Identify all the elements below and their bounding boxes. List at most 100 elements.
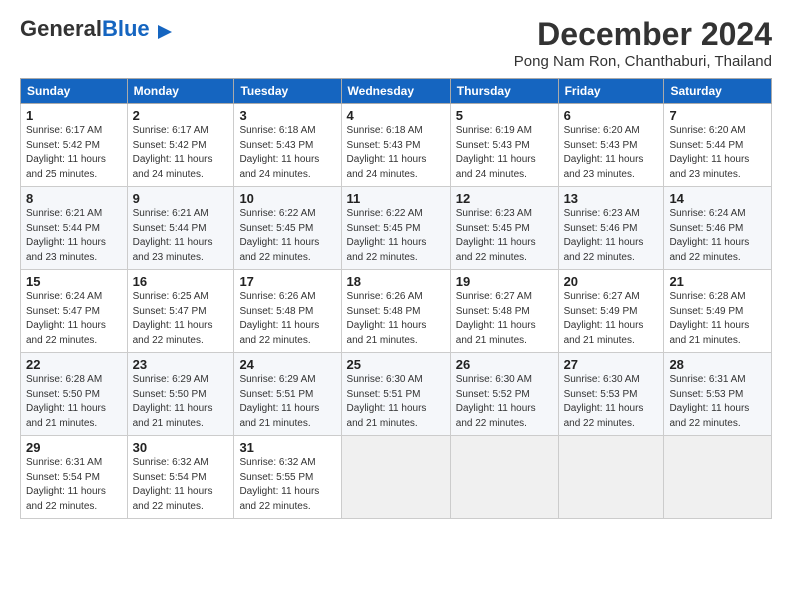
day-info: Sunrise: 6:28 AMSunset: 5:50 PMDaylight:… — [26, 374, 106, 429]
day-number: 26 — [456, 357, 553, 372]
table-cell: 1 Sunrise: 6:17 AMSunset: 5:42 PMDayligh… — [21, 104, 128, 187]
logo-blue: Blue — [102, 16, 150, 41]
day-info: Sunrise: 6:28 AMSunset: 5:49 PMDaylight:… — [669, 291, 749, 346]
calendar-title: December 2024 — [514, 16, 772, 53]
table-row: 15 Sunrise: 6:24 AMSunset: 5:47 PMDaylig… — [21, 270, 772, 353]
calendar-table: Sunday Monday Tuesday Wednesday Thursday… — [20, 78, 772, 519]
table-cell: 18 Sunrise: 6:26 AMSunset: 5:48 PMDaylig… — [341, 270, 450, 353]
day-info: Sunrise: 6:29 AMSunset: 5:50 PMDaylight:… — [133, 374, 213, 429]
day-info: Sunrise: 6:17 AMSunset: 5:42 PMDaylight:… — [133, 125, 213, 180]
table-cell: 10 Sunrise: 6:22 AMSunset: 5:45 PMDaylig… — [234, 187, 341, 270]
day-number: 19 — [456, 274, 553, 289]
day-info: Sunrise: 6:22 AMSunset: 5:45 PMDaylight:… — [239, 208, 319, 263]
table-cell: 21 Sunrise: 6:28 AMSunset: 5:49 PMDaylig… — [664, 270, 772, 353]
table-cell: 13 Sunrise: 6:23 AMSunset: 5:46 PMDaylig… — [558, 187, 664, 270]
logo: GeneralBlue — [20, 16, 174, 42]
day-number: 11 — [347, 191, 445, 206]
table-cell: 15 Sunrise: 6:24 AMSunset: 5:47 PMDaylig… — [21, 270, 128, 353]
day-info: Sunrise: 6:22 AMSunset: 5:45 PMDaylight:… — [347, 208, 427, 263]
col-friday: Friday — [558, 79, 664, 104]
day-info: Sunrise: 6:24 AMSunset: 5:46 PMDaylight:… — [669, 208, 749, 263]
table-cell: 8 Sunrise: 6:21 AMSunset: 5:44 PMDayligh… — [21, 187, 128, 270]
calendar-subtitle: Pong Nam Ron, Chanthaburi, Thailand — [514, 53, 772, 70]
day-info: Sunrise: 6:31 AMSunset: 5:54 PMDaylight:… — [26, 457, 106, 512]
day-info: Sunrise: 6:21 AMSunset: 5:44 PMDaylight:… — [133, 208, 213, 263]
day-info: Sunrise: 6:30 AMSunset: 5:53 PMDaylight:… — [564, 374, 644, 429]
table-row: 1 Sunrise: 6:17 AMSunset: 5:42 PMDayligh… — [21, 104, 772, 187]
table-cell: 11 Sunrise: 6:22 AMSunset: 5:45 PMDaylig… — [341, 187, 450, 270]
day-number: 24 — [239, 357, 335, 372]
day-info: Sunrise: 6:32 AMSunset: 5:55 PMDaylight:… — [239, 457, 319, 512]
day-info: Sunrise: 6:29 AMSunset: 5:51 PMDaylight:… — [239, 374, 319, 429]
day-number: 25 — [347, 357, 445, 372]
day-info: Sunrise: 6:27 AMSunset: 5:48 PMDaylight:… — [456, 291, 536, 346]
day-info: Sunrise: 6:17 AMSunset: 5:42 PMDaylight:… — [26, 125, 106, 180]
table-header-row: Sunday Monday Tuesday Wednesday Thursday… — [21, 79, 772, 104]
day-info: Sunrise: 6:23 AMSunset: 5:45 PMDaylight:… — [456, 208, 536, 263]
table-cell: 22 Sunrise: 6:28 AMSunset: 5:50 PMDaylig… — [21, 353, 128, 436]
table-cell: 4 Sunrise: 6:18 AMSunset: 5:43 PMDayligh… — [341, 104, 450, 187]
table-row: 29 Sunrise: 6:31 AMSunset: 5:54 PMDaylig… — [21, 436, 772, 519]
table-cell: 27 Sunrise: 6:30 AMSunset: 5:53 PMDaylig… — [558, 353, 664, 436]
day-number: 14 — [669, 191, 766, 206]
day-info: Sunrise: 6:24 AMSunset: 5:47 PMDaylight:… — [26, 291, 106, 346]
day-info: Sunrise: 6:20 AMSunset: 5:43 PMDaylight:… — [564, 125, 644, 180]
table-cell: 7 Sunrise: 6:20 AMSunset: 5:44 PMDayligh… — [664, 104, 772, 187]
day-info: Sunrise: 6:32 AMSunset: 5:54 PMDaylight:… — [133, 457, 213, 512]
table-cell: 26 Sunrise: 6:30 AMSunset: 5:52 PMDaylig… — [450, 353, 558, 436]
table-cell: 20 Sunrise: 6:27 AMSunset: 5:49 PMDaylig… — [558, 270, 664, 353]
day-number: 1 — [26, 108, 122, 123]
day-number: 10 — [239, 191, 335, 206]
table-cell: 3 Sunrise: 6:18 AMSunset: 5:43 PMDayligh… — [234, 104, 341, 187]
day-number: 28 — [669, 357, 766, 372]
day-number: 15 — [26, 274, 122, 289]
col-tuesday: Tuesday — [234, 79, 341, 104]
table-cell: 23 Sunrise: 6:29 AMSunset: 5:50 PMDaylig… — [127, 353, 234, 436]
table-cell: 9 Sunrise: 6:21 AMSunset: 5:44 PMDayligh… — [127, 187, 234, 270]
col-sunday: Sunday — [21, 79, 128, 104]
table-cell: 24 Sunrise: 6:29 AMSunset: 5:51 PMDaylig… — [234, 353, 341, 436]
table-cell: 6 Sunrise: 6:20 AMSunset: 5:43 PMDayligh… — [558, 104, 664, 187]
day-number: 22 — [26, 357, 122, 372]
table-cell: 12 Sunrise: 6:23 AMSunset: 5:45 PMDaylig… — [450, 187, 558, 270]
day-number: 20 — [564, 274, 659, 289]
page: GeneralBlue December 2024 Pong Nam Ron, … — [0, 0, 792, 612]
col-saturday: Saturday — [664, 79, 772, 104]
day-info: Sunrise: 6:18 AMSunset: 5:43 PMDaylight:… — [239, 125, 319, 180]
day-info: Sunrise: 6:19 AMSunset: 5:43 PMDaylight:… — [456, 125, 536, 180]
logo-arrow-icon — [156, 23, 174, 41]
day-number: 23 — [133, 357, 229, 372]
day-number: 31 — [239, 440, 335, 455]
col-thursday: Thursday — [450, 79, 558, 104]
table-cell: 16 Sunrise: 6:25 AMSunset: 5:47 PMDaylig… — [127, 270, 234, 353]
table-cell: 14 Sunrise: 6:24 AMSunset: 5:46 PMDaylig… — [664, 187, 772, 270]
title-area: December 2024 Pong Nam Ron, Chanthaburi,… — [514, 16, 772, 70]
table-cell: 31 Sunrise: 6:32 AMSunset: 5:55 PMDaylig… — [234, 436, 341, 519]
day-info: Sunrise: 6:21 AMSunset: 5:44 PMDaylight:… — [26, 208, 106, 263]
col-monday: Monday — [127, 79, 234, 104]
day-number: 7 — [669, 108, 766, 123]
day-number: 13 — [564, 191, 659, 206]
day-number: 2 — [133, 108, 229, 123]
day-info: Sunrise: 6:30 AMSunset: 5:51 PMDaylight:… — [347, 374, 427, 429]
table-cell — [558, 436, 664, 519]
day-info: Sunrise: 6:31 AMSunset: 5:53 PMDaylight:… — [669, 374, 749, 429]
table-cell: 17 Sunrise: 6:26 AMSunset: 5:48 PMDaylig… — [234, 270, 341, 353]
table-cell — [664, 436, 772, 519]
table-cell: 19 Sunrise: 6:27 AMSunset: 5:48 PMDaylig… — [450, 270, 558, 353]
table-cell: 2 Sunrise: 6:17 AMSunset: 5:42 PMDayligh… — [127, 104, 234, 187]
day-number: 4 — [347, 108, 445, 123]
day-number: 3 — [239, 108, 335, 123]
table-row: 22 Sunrise: 6:28 AMSunset: 5:50 PMDaylig… — [21, 353, 772, 436]
table-cell — [450, 436, 558, 519]
day-info: Sunrise: 6:26 AMSunset: 5:48 PMDaylight:… — [239, 291, 319, 346]
table-cell: 30 Sunrise: 6:32 AMSunset: 5:54 PMDaylig… — [127, 436, 234, 519]
day-number: 18 — [347, 274, 445, 289]
day-info: Sunrise: 6:30 AMSunset: 5:52 PMDaylight:… — [456, 374, 536, 429]
col-wednesday: Wednesday — [341, 79, 450, 104]
day-number: 30 — [133, 440, 229, 455]
day-number: 29 — [26, 440, 122, 455]
day-number: 21 — [669, 274, 766, 289]
day-info: Sunrise: 6:26 AMSunset: 5:48 PMDaylight:… — [347, 291, 427, 346]
day-number: 12 — [456, 191, 553, 206]
